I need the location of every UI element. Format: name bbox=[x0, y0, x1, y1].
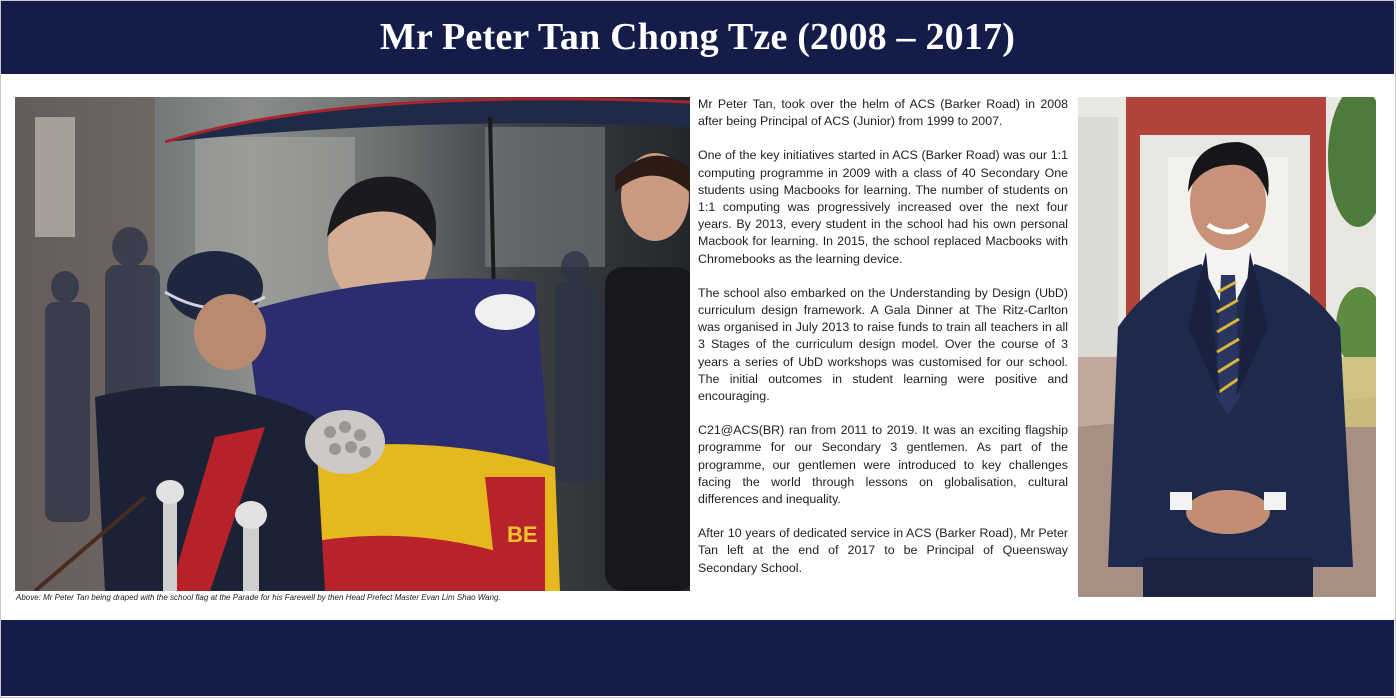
flag-text: BE bbox=[507, 522, 538, 547]
article-paragraph: One of the key initiatives started in AC… bbox=[698, 148, 1068, 266]
article-paragraph: C21@ACS(BR) ran from 2011 to 2019. It wa… bbox=[698, 423, 1068, 507]
article-paragraph: The school also embarked on the Understa… bbox=[698, 285, 1068, 404]
article-paragraph: Mr Peter Tan, took over the helm of ACS … bbox=[698, 97, 1068, 129]
article-paragraph: After 10 years of dedicated service in A… bbox=[698, 526, 1068, 575]
portrait-photo bbox=[1078, 97, 1376, 597]
footer-banner bbox=[1, 620, 1394, 696]
farewell-parade-illustration: BE bbox=[15, 97, 690, 591]
title-banner: Mr Peter Tan Chong Tze (2008 – 2017) bbox=[1, 0, 1394, 74]
page-title: Mr Peter Tan Chong Tze (2008 – 2017) bbox=[379, 16, 1016, 58]
photo-caption: Above: Mr Peter Tan being draped with th… bbox=[16, 593, 501, 602]
portrait-illustration bbox=[1078, 97, 1376, 597]
farewell-parade-photo: BE bbox=[15, 97, 690, 591]
article-body: Mr Peter Tan, took over the helm of ACS … bbox=[698, 96, 1068, 594]
